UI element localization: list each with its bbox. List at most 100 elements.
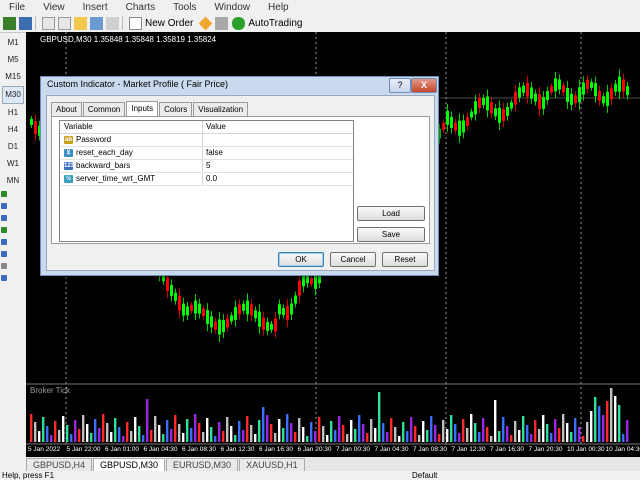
candle-body <box>286 305 289 320</box>
save-button[interactable]: Save <box>357 227 425 242</box>
menu-file[interactable]: File <box>0 2 34 13</box>
x-axis-label: 7 Jan 12:30 <box>451 446 486 453</box>
inputs-table: Variable Value ab Password ⊻ reset_each_da… <box>59 120 354 242</box>
tool-icon[interactable] <box>1 239 7 245</box>
timeframe-m30[interactable]: M30 <box>2 86 24 104</box>
folder-star-icon <box>74 16 87 30</box>
strategy-tester-button[interactable] <box>106 16 119 31</box>
volume-bar <box>182 433 185 442</box>
candle-body <box>566 88 569 103</box>
status-bar: Help, press F1 Default <box>0 471 640 480</box>
tab-about[interactable]: About <box>51 102 82 116</box>
volume-bar <box>602 415 605 442</box>
candle-body <box>506 107 509 117</box>
volume-bar <box>466 428 469 442</box>
bool-type-icon: ⊻ <box>64 149 73 157</box>
candle-body <box>606 91 609 106</box>
volume-bar <box>382 423 385 442</box>
candle-body <box>254 310 257 319</box>
candle-body <box>494 108 497 117</box>
profiles-button[interactable] <box>19 16 32 31</box>
tab-inputs[interactable]: Inputs <box>126 101 159 116</box>
tool-icon[interactable] <box>1 263 7 269</box>
timeframe-m5[interactable]: M5 <box>2 52 24 68</box>
candle-body <box>446 110 449 125</box>
metaeditor-button[interactable] <box>198 16 213 31</box>
new-order-button[interactable]: New Order <box>129 16 193 31</box>
variable-value[interactable]: 5 <box>203 160 353 172</box>
table-row[interactable]: 123 backward_bars 5 <box>60 160 353 173</box>
table-row[interactable]: ab Password <box>60 134 353 147</box>
menu-charts[interactable]: Charts <box>117 2 164 13</box>
menu-view[interactable]: View <box>34 2 74 13</box>
variable-value[interactable]: false <box>203 147 353 159</box>
data-window-button[interactable] <box>58 16 71 31</box>
tool-icon[interactable] <box>1 227 7 233</box>
x-axis-label: 5 Jan 22:00 <box>66 446 101 453</box>
x-axis-label: 10 Jan 00:30 <box>567 446 605 453</box>
market-watch-button[interactable] <box>42 16 55 31</box>
load-button[interactable]: Load <box>357 206 425 221</box>
timeframe-w1[interactable]: W1 <box>2 156 24 172</box>
menu-window[interactable]: Window <box>205 2 259 13</box>
volume-bar <box>298 418 301 442</box>
tab-visualization[interactable]: Visualization <box>193 102 249 116</box>
volume-bar <box>194 414 197 442</box>
timeframe-h4[interactable]: H4 <box>2 122 24 138</box>
volume-bar <box>354 429 357 442</box>
cancel-button[interactable]: Cancel <box>330 252 376 267</box>
candle-body <box>218 319 221 335</box>
candle-body <box>222 320 225 333</box>
tool-icon[interactable] <box>1 251 7 257</box>
candle-body <box>622 79 625 92</box>
new-chart-icon <box>3 16 16 30</box>
volume-bar <box>206 418 209 442</box>
candle-body <box>518 87 521 98</box>
volume-bar <box>226 417 229 442</box>
new-chart-button[interactable] <box>3 16 16 31</box>
ok-button[interactable]: OK <box>278 252 324 267</box>
tab-gbpusd-m30[interactable]: GBPUSD,M30 <box>93 458 166 471</box>
tab-colors[interactable]: Colors <box>159 102 193 116</box>
candle-body <box>170 284 173 296</box>
tool-icon[interactable] <box>1 275 7 281</box>
terminal-button[interactable] <box>90 16 103 31</box>
volume-bar <box>122 436 125 442</box>
menu-insert[interactable]: Insert <box>74 2 117 13</box>
timeframe-m15[interactable]: M15 <box>2 69 24 85</box>
tab-common[interactable]: Common <box>82 102 126 116</box>
dialog-tabs: About Common Inputs Colors Visualization <box>51 101 249 116</box>
tab-xauusd-h1[interactable]: XAUUSD,H1 <box>239 458 305 471</box>
candle-body <box>238 304 241 315</box>
x-axis-label: 6 Jan 20:30 <box>297 446 332 453</box>
menu-tools[interactable]: Tools <box>164 2 205 13</box>
timeframe-h1[interactable]: H1 <box>2 105 24 121</box>
autotrading-button[interactable]: AutoTrading <box>232 16 302 31</box>
tool-icon[interactable] <box>1 203 7 209</box>
tab-eurusd-m30[interactable]: EURUSD,M30 <box>166 458 239 471</box>
navigator-button[interactable] <box>74 16 87 31</box>
volume-bar <box>570 432 573 442</box>
candle-body <box>294 295 297 304</box>
volume-bar <box>446 429 449 442</box>
timeframe-d1[interactable]: D1 <box>2 139 24 155</box>
table-row[interactable]: ⊻ reset_each_day false <box>60 147 353 160</box>
table-row[interactable]: ½ server_time_wrt_GMT 0.0 <box>60 173 353 186</box>
candle-body <box>614 83 617 92</box>
dialog-close-button[interactable]: X <box>411 78 437 93</box>
options-button[interactable] <box>215 16 229 31</box>
volume-bar <box>366 433 369 442</box>
volume-bar <box>170 429 173 442</box>
timeframe-m1[interactable]: M1 <box>2 35 24 51</box>
candle-body <box>186 306 189 316</box>
variable-value[interactable] <box>203 134 353 146</box>
tool-icon[interactable] <box>1 215 7 221</box>
tab-gbpusd-h4[interactable]: GBPUSD,H4 <box>26 458 93 471</box>
volume-bar <box>110 432 113 442</box>
reset-button[interactable]: Reset <box>382 252 428 267</box>
variable-value[interactable]: 0.0 <box>203 173 353 185</box>
menu-help[interactable]: Help <box>259 2 298 13</box>
dialog-body: About Common Inputs Colors Visualization… <box>46 95 435 271</box>
tool-icon[interactable] <box>1 191 7 197</box>
dialog-help-button[interactable]: ? <box>389 78 411 93</box>
